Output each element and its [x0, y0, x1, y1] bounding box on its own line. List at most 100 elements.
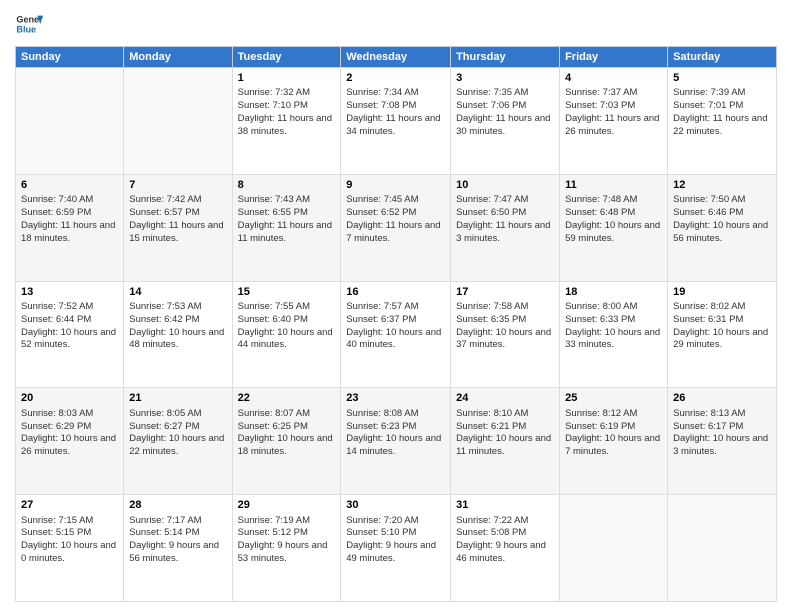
logo: General Blue [15, 10, 43, 38]
calendar-cell: 2Sunrise: 7:34 AM Sunset: 7:08 PM Daylig… [341, 68, 451, 175]
calendar-cell: 19Sunrise: 8:02 AM Sunset: 6:31 PM Dayli… [668, 281, 777, 388]
logo-icon: General Blue [15, 10, 43, 38]
day-info: Sunrise: 7:40 AM Sunset: 6:59 PM Dayligh… [21, 194, 118, 245]
day-number: 7 [129, 178, 226, 193]
week-row-4: 20Sunrise: 8:03 AM Sunset: 6:29 PM Dayli… [16, 388, 777, 495]
day-info: Sunrise: 7:42 AM Sunset: 6:57 PM Dayligh… [129, 194, 226, 245]
day-number: 23 [346, 391, 445, 406]
week-row-5: 27Sunrise: 7:15 AM Sunset: 5:15 PM Dayli… [16, 495, 777, 602]
day-info: Sunrise: 7:19 AM Sunset: 5:12 PM Dayligh… [238, 515, 336, 566]
day-info: Sunrise: 7:37 AM Sunset: 7:03 PM Dayligh… [565, 87, 662, 138]
day-number: 14 [129, 285, 226, 300]
page: General Blue SundayMondayTuesdayWednesda… [0, 0, 792, 612]
day-info: Sunrise: 7:17 AM Sunset: 5:14 PM Dayligh… [129, 515, 226, 566]
day-info: Sunrise: 7:20 AM Sunset: 5:10 PM Dayligh… [346, 515, 445, 566]
day-info: Sunrise: 8:12 AM Sunset: 6:19 PM Dayligh… [565, 408, 662, 459]
day-info: Sunrise: 8:10 AM Sunset: 6:21 PM Dayligh… [456, 408, 554, 459]
calendar-cell: 12Sunrise: 7:50 AM Sunset: 6:46 PM Dayli… [668, 174, 777, 281]
day-info: Sunrise: 7:32 AM Sunset: 7:10 PM Dayligh… [238, 87, 336, 138]
day-number: 2 [346, 71, 445, 86]
calendar-cell [560, 495, 668, 602]
calendar-cell [124, 68, 232, 175]
weekday-tuesday: Tuesday [232, 47, 341, 68]
calendar-cell: 8Sunrise: 7:43 AM Sunset: 6:55 PM Daylig… [232, 174, 341, 281]
day-number: 4 [565, 71, 662, 86]
day-number: 24 [456, 391, 554, 406]
day-number: 26 [673, 391, 771, 406]
weekday-header-row: SundayMondayTuesdayWednesdayThursdayFrid… [16, 47, 777, 68]
day-info: Sunrise: 7:48 AM Sunset: 6:48 PM Dayligh… [565, 194, 662, 245]
calendar-cell [16, 68, 124, 175]
calendar-cell: 11Sunrise: 7:48 AM Sunset: 6:48 PM Dayli… [560, 174, 668, 281]
calendar-cell: 27Sunrise: 7:15 AM Sunset: 5:15 PM Dayli… [16, 495, 124, 602]
day-number: 25 [565, 391, 662, 406]
header: General Blue [15, 10, 777, 38]
day-info: Sunrise: 7:57 AM Sunset: 6:37 PM Dayligh… [346, 301, 445, 352]
calendar-cell: 22 Sunrise: 8:07 AM Sunset: 6:25 PM Dayli… [232, 388, 341, 495]
day-info: Sunrise: 7:53 AM Sunset: 6:42 PM Dayligh… [129, 301, 226, 352]
weekday-saturday: Saturday [668, 47, 777, 68]
day-number: 16 [346, 285, 445, 300]
day-info: Sunrise: 7:43 AM Sunset: 6:55 PM Dayligh… [238, 194, 336, 245]
day-info: Sunrise: 8:02 AM Sunset: 6:31 PM Dayligh… [673, 301, 771, 352]
day-number: 30 [346, 498, 445, 513]
day-number: 19 [673, 285, 771, 300]
day-info: Sunrise: 7:34 AM Sunset: 7:08 PM Dayligh… [346, 87, 445, 138]
day-info: Sunrise: 8:13 AM Sunset: 6:17 PM Dayligh… [673, 408, 771, 459]
weekday-thursday: Thursday [451, 47, 560, 68]
day-number: 3 [456, 71, 554, 86]
day-info: Sunrise: 8:03 AM Sunset: 6:29 PM Dayligh… [21, 408, 118, 459]
day-info: Sunrise: 8:07 AM Sunset: 6:25 PM Dayligh… [238, 408, 336, 459]
day-number: 21 [129, 391, 226, 406]
day-number: 29 [238, 498, 336, 513]
week-row-1: 1Sunrise: 7:32 AM Sunset: 7:10 PM Daylig… [16, 68, 777, 175]
calendar-cell: 26 Sunrise: 8:13 AM Sunset: 6:17 PM Dayli… [668, 388, 777, 495]
day-info: Sunrise: 7:39 AM Sunset: 7:01 PM Dayligh… [673, 87, 771, 138]
day-info: Sunrise: 8:00 AM Sunset: 6:33 PM Dayligh… [565, 301, 662, 352]
day-info: Sunrise: 7:35 AM Sunset: 7:06 PM Dayligh… [456, 87, 554, 138]
calendar-cell: 14Sunrise: 7:53 AM Sunset: 6:42 PM Dayli… [124, 281, 232, 388]
calendar-cell: 18Sunrise: 8:00 AM Sunset: 6:33 PM Dayli… [560, 281, 668, 388]
day-info: Sunrise: 7:52 AM Sunset: 6:44 PM Dayligh… [21, 301, 118, 352]
day-number: 11 [565, 178, 662, 193]
calendar-table: SundayMondayTuesdayWednesdayThursdayFrid… [15, 46, 777, 602]
calendar-cell: 13Sunrise: 7:52 AM Sunset: 6:44 PM Dayli… [16, 281, 124, 388]
day-number: 17 [456, 285, 554, 300]
calendar-cell: 6Sunrise: 7:40 AM Sunset: 6:59 PM Daylig… [16, 174, 124, 281]
day-info: Sunrise: 8:05 AM Sunset: 6:27 PM Dayligh… [129, 408, 226, 459]
day-info: Sunrise: 7:47 AM Sunset: 6:50 PM Dayligh… [456, 194, 554, 245]
day-number: 22 [238, 391, 336, 406]
calendar-cell: 31Sunrise: 7:22 AM Sunset: 5:08 PM Dayli… [451, 495, 560, 602]
week-row-3: 13Sunrise: 7:52 AM Sunset: 6:44 PM Dayli… [16, 281, 777, 388]
weekday-monday: Monday [124, 47, 232, 68]
day-number: 18 [565, 285, 662, 300]
day-number: 28 [129, 498, 226, 513]
day-info: Sunrise: 7:45 AM Sunset: 6:52 PM Dayligh… [346, 194, 445, 245]
day-info: Sunrise: 7:22 AM Sunset: 5:08 PM Dayligh… [456, 515, 554, 566]
calendar-cell [668, 495, 777, 602]
calendar-cell: 23 Sunrise: 8:08 AM Sunset: 6:23 PM Dayli… [341, 388, 451, 495]
day-number: 27 [21, 498, 118, 513]
calendar-cell: 25 Sunrise: 8:12 AM Sunset: 6:19 PM Dayli… [560, 388, 668, 495]
calendar-cell: 16Sunrise: 7:57 AM Sunset: 6:37 PM Dayli… [341, 281, 451, 388]
svg-text:Blue: Blue [16, 24, 36, 34]
calendar-cell: 1Sunrise: 7:32 AM Sunset: 7:10 PM Daylig… [232, 68, 341, 175]
week-row-2: 6Sunrise: 7:40 AM Sunset: 6:59 PM Daylig… [16, 174, 777, 281]
calendar-cell: 30 Sunrise: 7:20 AM Sunset: 5:10 PM Dayli… [341, 495, 451, 602]
day-number: 6 [21, 178, 118, 193]
day-info: Sunrise: 8:08 AM Sunset: 6:23 PM Dayligh… [346, 408, 445, 459]
calendar-cell: 7Sunrise: 7:42 AM Sunset: 6:57 PM Daylig… [124, 174, 232, 281]
day-number: 5 [673, 71, 771, 86]
calendar-cell: 9Sunrise: 7:45 AM Sunset: 6:52 PM Daylig… [341, 174, 451, 281]
weekday-friday: Friday [560, 47, 668, 68]
calendar-cell: 15Sunrise: 7:55 AM Sunset: 6:40 PM Dayli… [232, 281, 341, 388]
day-number: 8 [238, 178, 336, 193]
calendar-cell: 21 Sunrise: 8:05 AM Sunset: 6:27 PM Dayli… [124, 388, 232, 495]
calendar-cell: 20Sunrise: 8:03 AM Sunset: 6:29 PM Dayli… [16, 388, 124, 495]
weekday-wednesday: Wednesday [341, 47, 451, 68]
day-number: 10 [456, 178, 554, 193]
calendar-cell: 28 Sunrise: 7:17 AM Sunset: 5:14 PM Dayli… [124, 495, 232, 602]
calendar-cell: 10Sunrise: 7:47 AM Sunset: 6:50 PM Dayli… [451, 174, 560, 281]
day-number: 13 [21, 285, 118, 300]
day-info: Sunrise: 7:58 AM Sunset: 6:35 PM Dayligh… [456, 301, 554, 352]
